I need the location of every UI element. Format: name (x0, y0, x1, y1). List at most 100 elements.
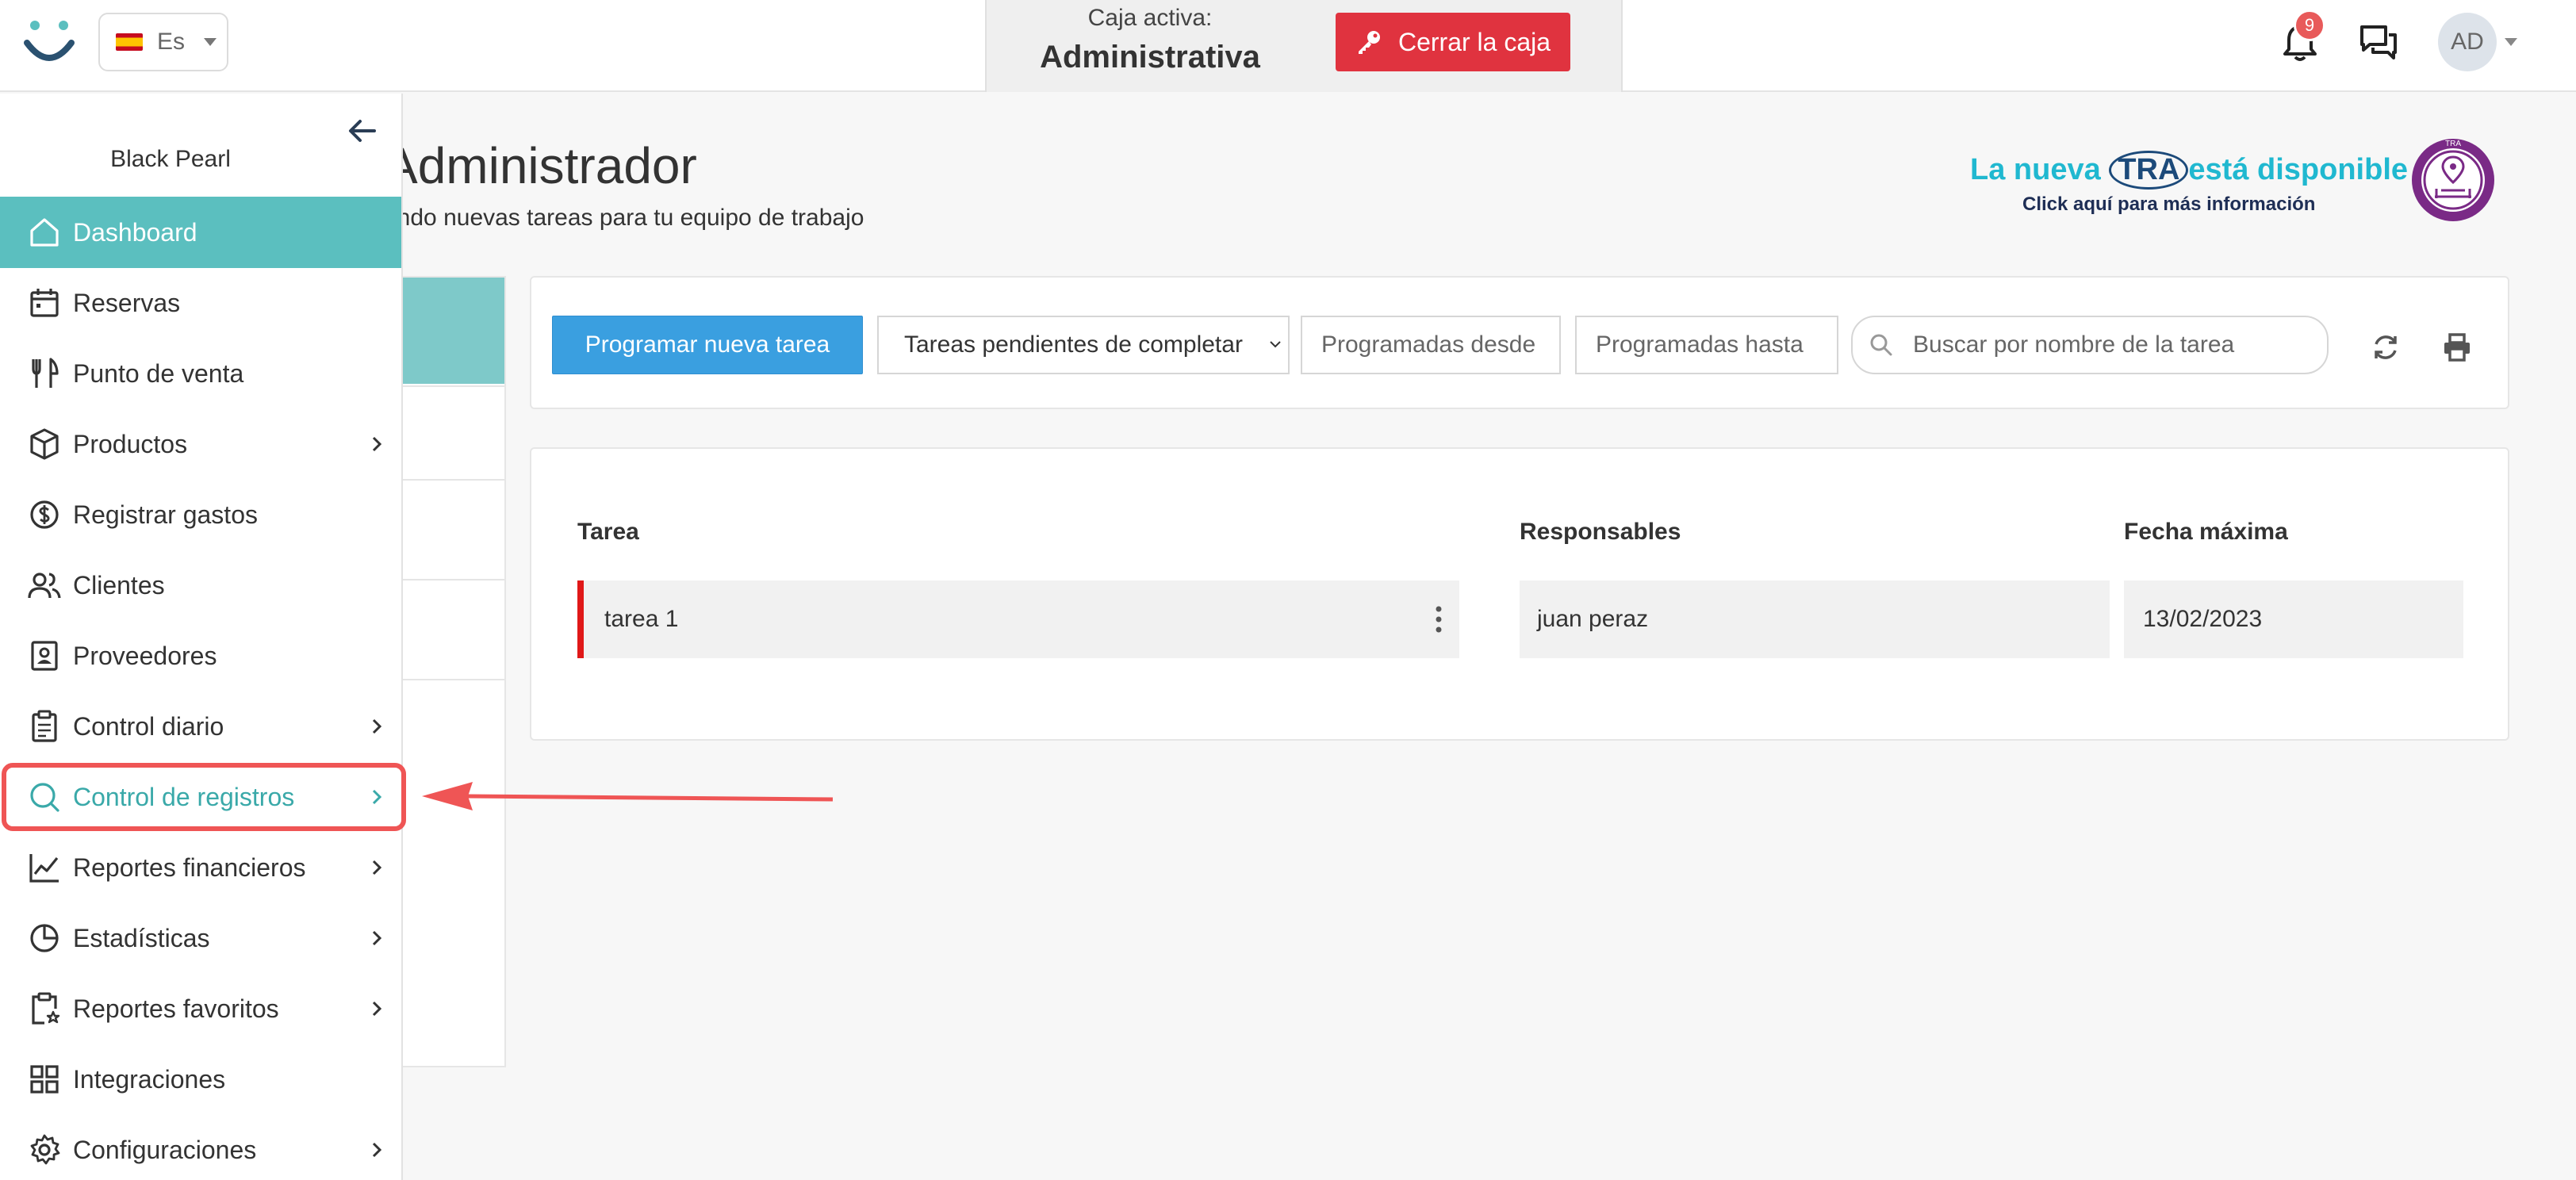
sidebar-item-estadisticas[interactable]: Estadísticas (0, 902, 401, 974)
dollar-circle-icon (30, 500, 59, 529)
cashbox-name: Administrativa (1040, 40, 1260, 75)
pie-chart-icon (30, 924, 59, 952)
user-avatar[interactable]: AD (2438, 13, 2497, 71)
search-icon (1870, 334, 1892, 356)
sidebar-item-label: Estadísticas (73, 923, 210, 952)
clipboard-icon (32, 710, 57, 742)
sidebar-item-label: Control diario (73, 711, 224, 741)
chevron-down-icon (204, 38, 217, 46)
sidebar-item-reportes-favoritos[interactable]: Reportes favoritos (0, 973, 401, 1044)
column-header-due-date: Fecha máxima (2124, 519, 2288, 545)
sidebar-item-label: Clientes (73, 570, 165, 600)
arrow-left-icon[interactable] (347, 117, 378, 144)
sidebar-item-label: Integraciones (73, 1064, 226, 1094)
column-header-responsible: Responsables (1520, 519, 1681, 545)
sidebar-item-label: Reportes financieros (73, 852, 306, 882)
close-cashbox-button[interactable]: Cerrar la caja (1336, 13, 1570, 71)
promo-suffix: está disponible (2188, 153, 2409, 186)
chat-icon[interactable] (2359, 24, 2398, 62)
search-placeholder: Buscar por nombre de la tarea (1913, 331, 2235, 358)
print-icon[interactable] (2441, 331, 2473, 363)
tasks-table: Tarea Responsables Fecha máxima tarea 1 … (530, 447, 2509, 741)
language-selector[interactable]: Es (98, 13, 228, 71)
chevron-right-icon (372, 1001, 382, 1017)
users-icon (28, 573, 61, 599)
close-cashbox-label: Cerrar la caja (1397, 27, 1551, 56)
due-date: 13/02/2023 (2143, 606, 2263, 632)
cashbox-label: Caja activa: (1087, 5, 1213, 31)
line-chart-icon (29, 854, 59, 883)
sidebar: Black Pearl Dashboard Reservas Punto de … (0, 94, 403, 1180)
task-status-value: Tareas pendientes de completar (904, 331, 1243, 358)
sidebar-item-label: Productos (73, 429, 188, 458)
fork-knife-icon (32, 358, 59, 388)
user-menu-caret-icon[interactable] (2505, 38, 2517, 46)
chevron-right-icon (372, 1142, 382, 1158)
app-logo-icon[interactable] (22, 19, 76, 68)
sidebar-item-punto-de-venta[interactable]: Punto de venta (0, 338, 401, 409)
page-title: Administrador (384, 137, 697, 194)
task-search-input[interactable]: Buscar por nombre de la tarea (1851, 316, 2329, 374)
sidebar-item-dashboard[interactable]: Dashboard (0, 197, 401, 268)
column-header-task: Tarea (577, 519, 639, 545)
seal-label: TRA (2445, 140, 2461, 148)
language-label: Es (157, 29, 186, 55)
sidebar-item-label: Reportes favoritos (73, 994, 279, 1023)
sidebar-item-label: Proveedores (73, 641, 217, 670)
table-row-task-cell[interactable]: tarea 1 (584, 580, 1459, 658)
chevron-right-icon (372, 860, 382, 875)
company-name: Black Pearl (110, 146, 231, 172)
top-bar: Es Caja activa: Administrativa Cerrar la… (0, 0, 2576, 92)
sidebar-item-label: Punto de venta (73, 358, 244, 388)
sidebar-item-registrar-gastos[interactable]: Registrar gastos (0, 479, 401, 550)
sidebar-item-label: Reservas (73, 288, 181, 317)
date-to-input[interactable]: Programadas hasta (1575, 316, 1838, 374)
annotation-highlight-box (2, 763, 406, 831)
promo-cta: Click aquí para más información (2022, 193, 2316, 215)
clipboard-star-icon (32, 992, 60, 1025)
gear-icon (30, 1134, 60, 1165)
sidebar-item-control-diario[interactable]: Control diario (0, 691, 401, 762)
box-icon (30, 428, 59, 460)
promo-headline: La nueva TRA está disponible (1970, 151, 2408, 190)
promo-prefix: La nueva (1970, 153, 2110, 186)
date-from-input[interactable]: Programadas desde (1301, 316, 1561, 374)
task-name: tarea 1 (604, 606, 679, 632)
sidebar-item-integraciones[interactable]: Integraciones (0, 1044, 401, 1115)
sidebar-item-label: Registrar gastos (73, 500, 258, 529)
sidebar-item-label: Configuraciones (73, 1135, 257, 1164)
page-subtitle: ando nuevas tareas para tu equipo de tra… (384, 205, 864, 231)
tra-promo-banner[interactable]: La nueva TRA está disponible Click aquí p… (1967, 133, 2498, 232)
table-row-due-date-cell: 13/02/2023 (2124, 580, 2463, 658)
grid-icon (30, 1065, 59, 1094)
priority-flag (577, 580, 584, 658)
table-row-responsible-cell: juan peraz (1520, 580, 2110, 658)
active-cashbox: Caja activa: Administrativa Cerrar la ca… (985, 0, 1623, 92)
chevron-down-icon (1270, 341, 1281, 348)
sidebar-item-productos[interactable]: Productos (0, 408, 401, 480)
promo-highlight: TRA (2109, 151, 2189, 190)
chevron-right-icon (372, 436, 382, 452)
sidebar-item-configuraciones[interactable]: Configuraciones (0, 1114, 401, 1180)
notification-badge: 9 (2294, 10, 2325, 41)
sidebar-item-reportes-financieros[interactable]: Reportes financieros (0, 832, 401, 903)
calendar-icon (30, 289, 59, 317)
spain-flag-icon (116, 33, 143, 51)
sidebar-item-reservas[interactable]: Reservas (0, 267, 401, 339)
chevron-right-icon (372, 930, 382, 946)
home-icon (30, 218, 59, 247)
key-icon (1358, 31, 1380, 54)
contact-book-icon (31, 641, 58, 671)
tra-seal-icon: TRA (2412, 139, 2494, 221)
schedule-new-task-button[interactable]: Programar nueva tarea (552, 316, 863, 374)
task-toolbar: Programar nueva tarea Tareas pendientes … (530, 276, 2509, 409)
refresh-icon[interactable] (2370, 331, 2402, 363)
chevron-right-icon (372, 718, 382, 734)
annotation-arrow-icon (422, 782, 834, 810)
sidebar-item-label: Dashboard (73, 217, 197, 247)
sidebar-item-proveedores[interactable]: Proveedores (0, 620, 401, 692)
more-options-icon[interactable] (1436, 604, 1442, 634)
task-status-filter[interactable]: Tareas pendientes de completar (877, 316, 1290, 374)
sidebar-item-clientes[interactable]: Clientes (0, 550, 401, 621)
responsible-name: juan peraz (1537, 606, 1649, 632)
